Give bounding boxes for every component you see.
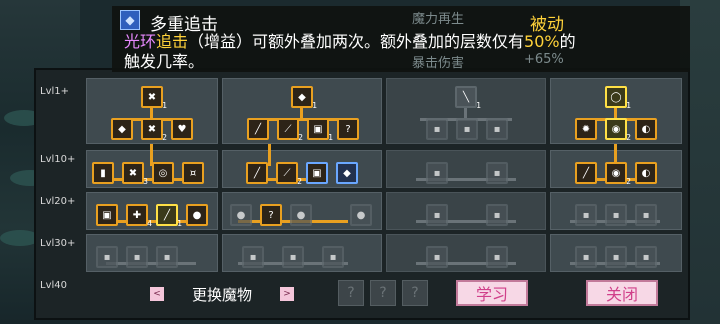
- percent-value: 50%: [524, 32, 560, 51]
- row-label-lvl1: Lvl1+: [40, 86, 70, 97]
- multi-chase-skill-icon-selected[interactable]: ◆: [336, 162, 358, 184]
- skill-column-3: ╲ 1 ▪ ▪ ▪ ▪ ▪ ▪ ▪ ▪ ▪: [386, 78, 546, 310]
- locked-skill-icon: ▪: [126, 246, 148, 268]
- blue-mystery-skill-icon[interactable]: ?: [337, 118, 359, 140]
- shield-skill-icon[interactable]: ▮: [92, 162, 114, 184]
- empty-slot[interactable]: ?: [338, 280, 364, 306]
- chase-keyword: 追击: [156, 32, 189, 51]
- green-ring-skill-icon[interactable]: ◯ 1: [605, 86, 631, 110]
- blue-rune-skill-icon[interactable]: ▣ 1: [307, 118, 333, 142]
- locked-skill-icon: ▪: [426, 246, 448, 268]
- row-label-lvl40: Lvl40: [40, 280, 67, 291]
- chase-skill-icon[interactable]: ✖ 1: [141, 86, 167, 110]
- locked-skill-icon: ▪: [426, 118, 448, 140]
- red-orb-skill-icon[interactable]: ●: [230, 204, 252, 226]
- locked-skill-icon: ▪: [575, 246, 597, 268]
- learn-button[interactable]: 学习: [456, 280, 528, 306]
- chase-skill-icon: ◆: [120, 10, 140, 30]
- locked-skill-icon: ▪: [635, 204, 657, 226]
- ghost-stat-label: 魔力再生: [412, 12, 465, 27]
- dark-sword-skill-icon[interactable]: ╲ 1: [455, 86, 481, 110]
- dark-orb-skill-icon[interactable]: ●: [290, 204, 312, 226]
- locked-skill-icon: ▪: [605, 204, 627, 226]
- aura-keyword: 光环: [124, 32, 157, 51]
- fire-orb-skill-icon[interactable]: ●: [350, 204, 372, 226]
- skill-column-4: ◯ 1 ✹ ◉ 2 ◐ ╱ ◉ 2 ◐ ▪ ▪ ▪ ▪ ▪ ▪: [550, 78, 682, 310]
- crit-skill-icon[interactable]: ¤: [182, 162, 204, 184]
- skill-column-1: ✖ 1 ◆ ✖ 2 ♥ ▮ ✖ 3 ◎ ¤ ▣ ✚ 4 ╱ 1 ● ▪ ▪ ▪: [86, 78, 218, 310]
- empty-slot[interactable]: ?: [402, 280, 428, 306]
- locked-skill-icon: ▪: [426, 162, 448, 184]
- helmet-skill-icon[interactable]: ◆: [111, 118, 133, 140]
- skill-column-2: ◆ 1 ╱ ⟋ 2 ▣ 1 ? ╱ ⟋ 2 ▣ ◆ ● ? ● ● ▪ ▪ ▪: [222, 78, 382, 310]
- locked-skill-icon: ▪: [635, 246, 657, 268]
- empty-slot[interactable]: ?: [370, 280, 396, 306]
- blue-slash-skill-icon[interactable]: ⟋ 2: [277, 118, 303, 142]
- armor-skill-icon[interactable]: ▣: [96, 204, 118, 226]
- locked-skill-icon: ▪: [575, 204, 597, 226]
- green-eye-skill-icon[interactable]: ◉ 2: [605, 118, 631, 142]
- locked-skill-icon: ▪: [486, 162, 508, 184]
- cooldown-2-skill-icon[interactable]: ◐: [635, 162, 657, 184]
- blue-chase-skill-icon[interactable]: ◆ 1: [291, 86, 317, 110]
- blue-dash-skill-icon[interactable]: ⟋ 2: [276, 162, 302, 186]
- swap-monster-control: < 更换魔物 >: [150, 284, 294, 304]
- cooldown-skill-icon[interactable]: ◐: [635, 118, 657, 140]
- multi-chase-skill-icon[interactable]: ✖ 2: [141, 118, 167, 142]
- locked-skill-icon: ▪: [605, 246, 627, 268]
- locked-skill-icon: ▪: [486, 118, 508, 140]
- swap-monster-label[interactable]: 更换魔物: [192, 284, 252, 305]
- close-button[interactable]: 关闭: [586, 280, 658, 306]
- locked-skill-icon: ▪: [456, 118, 478, 140]
- red-gear-skill-icon[interactable]: ✹: [575, 118, 597, 140]
- next-monster-button[interactable]: >: [279, 287, 294, 301]
- locked-skill-icon: ▪: [282, 246, 304, 268]
- orb-skill-icon[interactable]: ●: [186, 204, 208, 226]
- blue-weapon-skill-icon[interactable]: ╱: [246, 162, 268, 184]
- prev-monster-button[interactable]: <: [150, 287, 164, 301]
- blue-slot-skill-icon[interactable]: ▣: [306, 162, 328, 184]
- locked-skill-icon: ▪: [486, 204, 508, 226]
- cross-skill-icon[interactable]: ✚ 4: [126, 204, 152, 228]
- skill-description: 光环追击（增益）可额外叠加两次。额外叠加的层数仅有50%的 触发几率。: [124, 32, 684, 72]
- green-blade-skill-icon[interactable]: ╱: [575, 162, 597, 184]
- skill-tooltip: 魔力再生 暴击伤害 +65% ◆ 多重追击 被动 光环追击（增益）可额外叠加两次…: [112, 6, 690, 72]
- heart-skill-icon[interactable]: ♥: [171, 118, 193, 140]
- locked-skill-icon: ▪: [156, 246, 178, 268]
- locked-skill-icon: ▪: [486, 246, 508, 268]
- locked-skill-icon: ▪: [242, 246, 264, 268]
- strike-skill-icon[interactable]: ✖ 3: [122, 162, 148, 186]
- tier-band: [386, 150, 546, 188]
- locked-skill-icon: ▪: [322, 246, 344, 268]
- row-label-lvl20: Lvl20+: [40, 196, 76, 207]
- tier-band: [386, 234, 546, 272]
- description-line-2: 触发几率。: [124, 52, 205, 71]
- locked-skill-icon: ▪: [426, 204, 448, 226]
- blue-sword-skill-icon[interactable]: ╱: [247, 118, 269, 140]
- swirl-skill-icon[interactable]: ◎: [152, 162, 174, 184]
- description-text: （增益）可额外叠加两次。额外叠加的层数仅有: [188, 32, 525, 51]
- locked-skill-icon: ▪: [96, 246, 118, 268]
- description-text-end: 的: [559, 32, 576, 51]
- tier-band: [386, 192, 546, 230]
- row-label-lvl30: Lvl30+: [40, 238, 76, 249]
- blue-secret-skill-icon[interactable]: ?: [260, 204, 282, 226]
- blade-skill-icon[interactable]: ╱ 1: [156, 204, 182, 228]
- green-orb-skill-icon[interactable]: ◉ 2: [605, 162, 631, 186]
- row-label-lvl10: Lvl10+: [40, 154, 76, 165]
